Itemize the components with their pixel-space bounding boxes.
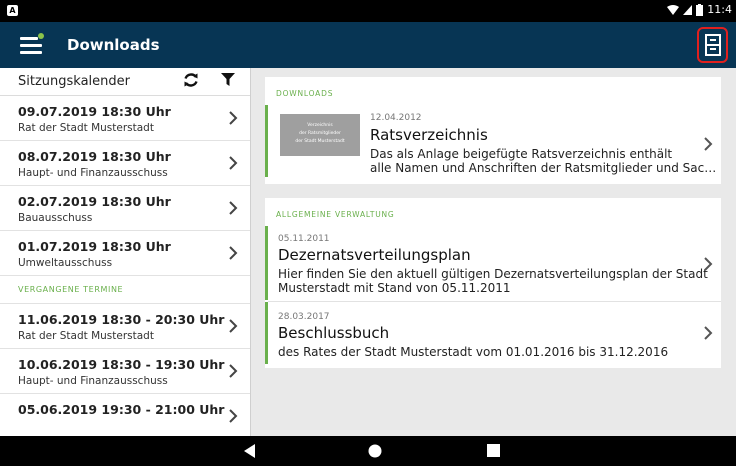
item-title: Ratsverzeichnis xyxy=(370,126,488,144)
wifi-icon xyxy=(667,4,680,15)
event-body: Haupt- und Finanzausschuss xyxy=(18,375,168,387)
event-body: Rat der Stadt Musterstadt xyxy=(18,122,154,134)
thumbnail-text: der Ratsmitglieder xyxy=(299,131,341,136)
past-events-header: VERGANGENE TERMINE xyxy=(0,276,250,304)
item-title: Dezernatsverteilungsplan xyxy=(278,246,471,264)
chevron-right-icon xyxy=(229,201,238,215)
archive-button[interactable] xyxy=(697,27,728,63)
chevron-right-icon xyxy=(229,364,238,378)
download-item[interactable]: Verzeichnis der Ratsmitglieder der Stadt… xyxy=(265,105,721,177)
event-body: Rat der Stadt Musterstadt xyxy=(18,330,154,342)
administration-card: ALLGEMEINE VERWALTUNG 05.11.2011 Dezerna… xyxy=(265,198,721,368)
recents-icon[interactable] xyxy=(487,444,500,457)
menu-icon-bar xyxy=(20,44,42,47)
event-date: 02.07.2019 18:30 Uhr xyxy=(18,194,171,209)
status-bar: A 11:4 xyxy=(0,0,736,22)
page-title: Downloads xyxy=(67,36,160,54)
event-body: Haupt- und Finanzausschuss xyxy=(18,167,168,179)
clock: 11:4 xyxy=(707,3,732,16)
calendar-header: Sitzungskalender xyxy=(0,68,250,96)
event-date: 09.07.2019 18:30 Uhr xyxy=(18,104,171,119)
event-item[interactable]: 01.07.2019 18:30 Uhr Umweltausschuss xyxy=(0,231,250,276)
chevron-right-icon xyxy=(229,409,238,423)
item-description: Das als Anlage beigefügte Ratsverzeichni… xyxy=(370,147,673,161)
item-description: des Rates der Stadt Musterstadt vom 01.0… xyxy=(278,345,669,359)
event-item[interactable]: 02.07.2019 18:30 Uhr Bauausschuss xyxy=(0,186,250,231)
event-date: 11.06.2019 18:30 - 20:30 Uhr xyxy=(18,312,225,327)
menu-icon-bar xyxy=(20,51,42,54)
archive-icon xyxy=(704,34,721,56)
event-item[interactable]: 08.07.2019 18:30 Uhr Haupt- und Finanzau… xyxy=(0,141,250,186)
calendar-title: Sitzungskalender xyxy=(18,74,130,89)
item-description: Musterstadt mit Stand von 05.11.2011 xyxy=(278,281,511,295)
chevron-right-icon xyxy=(704,137,713,151)
status-icons: 11:4 xyxy=(667,3,732,16)
event-item[interactable]: 10.06.2019 18:30 - 19:30 Uhr Haupt- und … xyxy=(0,349,250,394)
event-item[interactable]: 05.06.2019 19:30 - 21:00 Uhr xyxy=(0,394,250,436)
filter-icon[interactable] xyxy=(221,73,235,87)
administration-section-label: ALLGEMEINE VERWALTUNG xyxy=(276,210,395,219)
item-date: 12.04.2012 xyxy=(370,113,422,123)
thumbnail-text: Verzeichnis xyxy=(307,123,333,128)
app-bar: Downloads xyxy=(0,22,736,68)
battery-icon xyxy=(696,3,704,16)
notification-icon: A xyxy=(7,5,18,16)
item-date: 05.11.2011 xyxy=(278,234,330,244)
event-date: 01.07.2019 18:30 Uhr xyxy=(18,239,171,254)
chevron-right-icon xyxy=(229,319,238,333)
chevron-right-icon xyxy=(704,326,713,340)
event-item[interactable]: 09.07.2019 18:30 Uhr Rat der Stadt Muste… xyxy=(0,96,250,141)
event-item[interactable]: 11.06.2019 18:30 - 20:30 Uhr Rat der Sta… xyxy=(0,304,250,349)
downloads-card: DOWNLOADS Verzeichnis der Ratsmitglieder… xyxy=(265,77,721,184)
notification-dot xyxy=(38,33,44,39)
item-title: Beschlussbuch xyxy=(278,324,390,342)
item-description: Hier finden Sie den aktuell gültigen Dez… xyxy=(278,267,708,281)
signal-icon xyxy=(683,4,693,15)
event-date: 05.06.2019 19:30 - 21:00 Uhr xyxy=(18,402,225,417)
event-date: 08.07.2019 18:30 Uhr xyxy=(18,149,171,164)
download-item[interactable]: 05.11.2011 Dezernatsverteilungsplan Hier… xyxy=(265,226,721,300)
event-body: Bauausschuss xyxy=(18,212,93,224)
sync-icon[interactable] xyxy=(183,72,199,88)
item-date: 28.03.2017 xyxy=(278,312,330,322)
calendar-panel: Sitzungskalender 09.07.2019 18:30 Uhr Ra… xyxy=(0,68,251,436)
home-icon[interactable] xyxy=(368,444,382,458)
event-date: 10.06.2019 18:30 - 19:30 Uhr xyxy=(18,357,225,372)
past-events-label: VERGANGENE TERMINE xyxy=(18,285,124,294)
document-thumbnail: Verzeichnis der Ratsmitglieder der Stadt… xyxy=(280,114,360,156)
chevron-right-icon xyxy=(229,156,238,170)
item-description: alle Namen und Anschriften der Ratsmitgl… xyxy=(370,161,717,175)
menu-button[interactable] xyxy=(20,33,44,55)
chevron-right-icon xyxy=(229,246,238,260)
menu-icon xyxy=(20,37,38,40)
chevron-right-icon xyxy=(229,111,238,125)
thumbnail-text: der Stadt Musterstadt xyxy=(295,139,345,144)
system-nav-bar xyxy=(0,436,736,466)
chevron-right-icon xyxy=(704,257,713,271)
downloads-section-label: DOWNLOADS xyxy=(276,89,334,98)
back-icon[interactable] xyxy=(244,444,256,458)
download-item[interactable]: 28.03.2017 Beschlussbuch des Rates der S… xyxy=(265,302,721,364)
event-body: Umweltausschuss xyxy=(18,257,113,269)
